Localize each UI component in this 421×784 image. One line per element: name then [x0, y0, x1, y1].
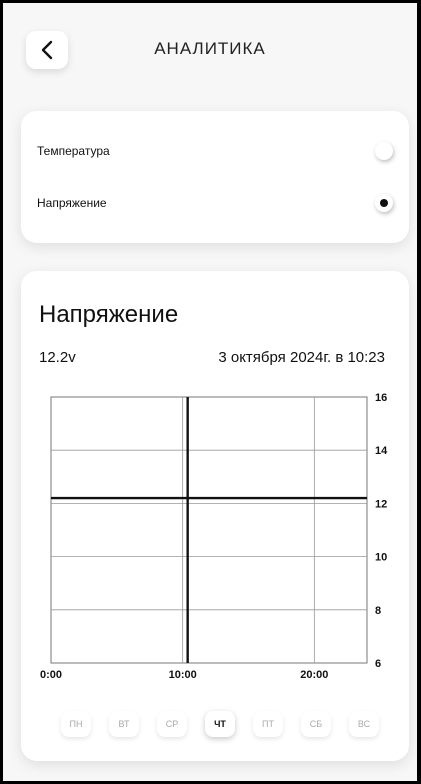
- day-button-2[interactable]: ВТ: [109, 711, 139, 737]
- day-button-1[interactable]: ПН: [61, 711, 91, 737]
- metric-option-voltage[interactable]: Напряжение: [37, 189, 393, 217]
- y-tick-label: 12: [375, 498, 387, 510]
- day-button-7[interactable]: ВС: [349, 711, 379, 737]
- analytics-screen: АНАЛИТИКА Температура Напряжение Напряже…: [3, 3, 417, 781]
- voltage-chart[interactable]: 6 8 10 12 14 16 0:00 10:00 20:00: [21, 271, 409, 711]
- day-button-4[interactable]: ЧТ: [205, 711, 235, 737]
- y-tick-label: 6: [375, 658, 381, 670]
- metric-radio-temperature[interactable]: [375, 142, 393, 160]
- x-tick-label: 20:00: [300, 669, 328, 681]
- metric-option-label: Температура: [37, 144, 110, 158]
- day-selector: ПН ВТ СР ЧТ ПТ СБ ВС: [61, 711, 379, 741]
- metric-option-label: Напряжение: [37, 196, 107, 210]
- day-button-6[interactable]: СБ: [301, 711, 331, 737]
- y-tick-label: 14: [375, 445, 388, 457]
- page-title: АНАЛИТИКА: [154, 39, 266, 58]
- chart-card: Напряжение 12.2v 3 октября 2024г. в 10:2…: [21, 271, 409, 761]
- y-tick-label: 16: [375, 392, 387, 404]
- day-button-5[interactable]: ПТ: [253, 711, 283, 737]
- day-button-3[interactable]: СР: [157, 711, 187, 737]
- metric-option-temperature[interactable]: Температура: [37, 137, 393, 165]
- plot-frame: [50, 396, 368, 664]
- y-tick-label: 8: [375, 605, 381, 617]
- x-tick-label: 10:00: [169, 669, 197, 681]
- x-tick-label: 0:00: [40, 669, 62, 681]
- metric-selector-card: Температура Напряжение: [21, 111, 409, 243]
- metric-radio-voltage[interactable]: [375, 194, 393, 212]
- y-tick-label: 10: [375, 552, 387, 564]
